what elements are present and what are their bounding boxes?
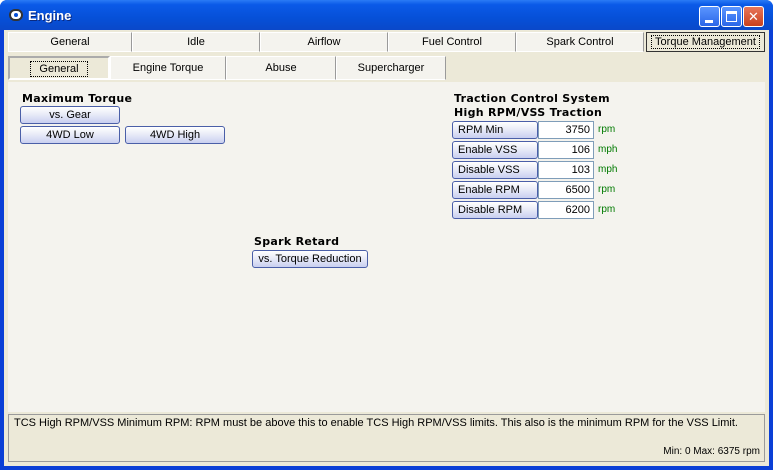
status-range: Min: 0 Max: 6375 rpm	[663, 446, 760, 457]
tab-torque-management[interactable]: Torque Management	[646, 32, 765, 52]
engine-app-icon	[9, 9, 23, 21]
tcs-rpm-min-unit: rpm	[598, 124, 616, 135]
tcs-disable-rpm-label[interactable]: Disable RPM	[452, 201, 538, 219]
subtab-supercharger[interactable]: Supercharger	[336, 56, 446, 80]
tab-airflow[interactable]: Airflow	[260, 32, 388, 52]
tcs-enable-rpm-label[interactable]: Enable RPM	[452, 181, 538, 199]
tcs-disable-rpm-value[interactable]: 6200	[538, 201, 594, 219]
spark-retard-title: Spark Retard	[254, 235, 340, 248]
max-torque-title: Maximum Torque	[22, 92, 133, 105]
maximize-button[interactable]	[721, 6, 742, 27]
client-area: General Idle Airflow Fuel Control Spark …	[4, 30, 769, 466]
title-bar[interactable]: Engine ✕	[0, 0, 773, 30]
close-button[interactable]: ✕	[743, 6, 764, 27]
main-tabs: General Idle Airflow Fuel Control Spark …	[8, 32, 765, 52]
tab-spark-control[interactable]: Spark Control	[516, 32, 644, 52]
tab-general[interactable]: General	[8, 32, 132, 52]
tab-fuel-control[interactable]: Fuel Control	[388, 32, 516, 52]
tab-idle[interactable]: Idle	[132, 32, 260, 52]
close-icon: ✕	[748, 9, 759, 24]
tcs-disable-vss-value[interactable]: 103	[538, 161, 594, 179]
status-description: TCS High RPM/VSS Minimum RPM: RPM must b…	[14, 417, 738, 429]
tcs-disable-vss-unit: mph	[598, 164, 618, 175]
subtab-engine-torque[interactable]: Engine Torque	[110, 56, 226, 80]
tcs-enable-vss-label[interactable]: Enable VSS	[452, 141, 538, 159]
tcs-enable-vss-unit: mph	[598, 144, 618, 155]
status-panel: TCS High RPM/VSS Minimum RPM: RPM must b…	[8, 414, 765, 462]
tcs-subtitle: High RPM/VSS Traction	[454, 106, 603, 119]
tcs-disable-rpm-unit: rpm	[598, 204, 616, 215]
subtab-abuse[interactable]: Abuse	[226, 56, 336, 80]
max-torque-4wd-high-button[interactable]: 4WD High	[125, 126, 225, 144]
sub-tabs: General Engine Torque Abuse Supercharger	[8, 56, 765, 80]
window-title: Engine	[28, 8, 72, 23]
minimize-icon	[705, 20, 713, 23]
spark-retard-vs-torque-reduction-button[interactable]: vs. Torque Reduction	[252, 250, 368, 268]
max-torque-4wd-low-button[interactable]: 4WD Low	[20, 126, 120, 144]
general-panel: Maximum Torque vs. Gear 4WD Low 4WD High…	[8, 82, 765, 412]
minimize-button[interactable]	[699, 6, 720, 27]
max-torque-vs-gear-button[interactable]: vs. Gear	[20, 106, 120, 124]
tcs-rpm-min-value[interactable]: 3750	[538, 121, 594, 139]
maximize-icon	[726, 11, 737, 22]
tcs-enable-vss-value[interactable]: 106	[538, 141, 594, 159]
tcs-rpm-min-label[interactable]: RPM Min	[452, 121, 538, 139]
tcs-enable-rpm-unit: rpm	[598, 184, 616, 195]
tcs-title: Traction Control System	[454, 92, 610, 105]
tcs-enable-rpm-value[interactable]: 6500	[538, 181, 594, 199]
tcs-disable-vss-label[interactable]: Disable VSS	[452, 161, 538, 179]
subtab-general[interactable]: General	[8, 56, 110, 80]
engine-window: Engine ✕ General Idle Airflow Fuel Contr…	[0, 0, 773, 470]
